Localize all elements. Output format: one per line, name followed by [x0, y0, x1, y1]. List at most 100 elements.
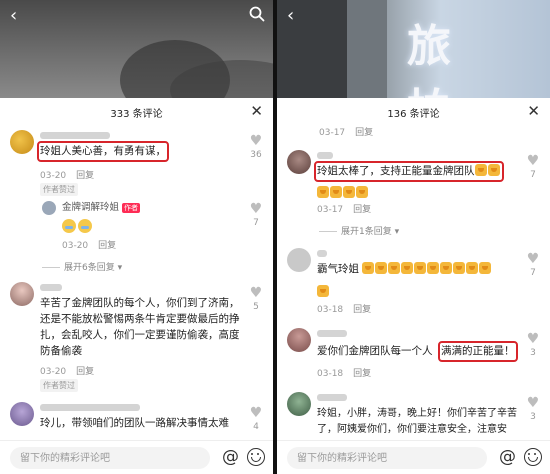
like-count: 4 [253, 422, 259, 432]
thumbs-up-emoji-icon [317, 186, 329, 198]
back-icon[interactable]: ‹ [10, 6, 17, 26]
thumbs-up-emoji-icon [466, 262, 479, 274]
username[interactable] [317, 250, 327, 257]
thumbs-up-emoji-icon [388, 262, 401, 274]
reply-button[interactable]: 回复 [353, 205, 371, 215]
mention-icon[interactable]: @ [222, 447, 239, 467]
avatar[interactable] [10, 282, 34, 306]
reply-button[interactable]: 回复 [76, 367, 94, 377]
comment-meta: 03-18 回复 [317, 302, 371, 315]
avatar[interactable] [10, 130, 34, 154]
mention-icon[interactable]: @ [499, 447, 516, 467]
expand-replies-button[interactable]: 展开1条回复 ▾ [319, 224, 399, 237]
expand-replies-button[interactable]: 展开6条回复 ▾ [42, 260, 122, 273]
emoji-row [317, 181, 369, 200]
thumbs-up-emoji-icon [479, 262, 492, 274]
sheet-header: 333 条评论 ✕ [0, 98, 273, 126]
thumbs-up-emoji-icon [487, 164, 500, 176]
comment-item: 辛苦了金牌团队的每个人，你们到了济南， 还是不能放松警惕两条牛肯定要做最后的挣 … [0, 278, 273, 392]
video-shape [347, 0, 387, 98]
comment-date: 03-18 [317, 369, 344, 379]
expand-replies-label: 展开1条回复 [341, 227, 392, 237]
reply-button[interactable]: 回复 [353, 369, 371, 379]
divider [42, 267, 60, 268]
author-name[interactable]: 金牌调解玲姐 作者 [62, 200, 141, 215]
avatar[interactable] [10, 402, 34, 426]
comment-text: 玲姐人美心善，有勇有谋， [37, 141, 169, 162]
thumbs-up-emoji-icon [440, 262, 453, 274]
heart-icon[interactable]: ♥ [249, 286, 263, 300]
emoji-row [317, 280, 330, 299]
avatar[interactable] [287, 392, 311, 416]
heart-icon[interactable]: ♥ [526, 154, 540, 168]
thumbs-up-emoji-icon [330, 186, 342, 198]
thumbs-up-emoji-icon [427, 262, 440, 274]
comment-input[interactable] [10, 447, 210, 469]
heart-icon[interactable]: ♥ [526, 252, 540, 266]
right-screenshot: 旅 拍 ‹ 136 条评论 ✕ 03-17 回复 玲姐太棒了，支持正能量金牌团队 … [277, 0, 550, 474]
username[interactable] [317, 152, 333, 159]
comment-count-title: 136 条评论 [387, 109, 440, 120]
video-background [0, 0, 273, 98]
comment-item: 爱你们金牌团队每一个人 满满的正能量！ 03-18 回复 ♥ 3 [277, 324, 550, 380]
heart-icon[interactable]: ♥ [526, 396, 540, 410]
author-tag: 作者 [122, 202, 141, 213]
comment-text: 玲姐太棒了，支持正能量金牌团队 [317, 165, 475, 177]
comment-meta: 03-20 回复 [40, 364, 94, 377]
username[interactable] [40, 284, 62, 291]
emoji-icon[interactable] [247, 448, 265, 466]
comment-text: 霸气玲姐 [317, 263, 359, 275]
heart-icon[interactable]: ♥ [249, 406, 263, 420]
comment-text: 玲儿，带领咱们的团队一路解决事情太难 [40, 417, 229, 429]
thumbs-up-emoji-icon [362, 262, 375, 274]
comment-text-box: 玲姐太棒了，支持正能量金牌团队 [314, 161, 504, 182]
thumbs-up-emoji-icon [356, 186, 368, 198]
reply-button[interactable]: 回复 [98, 241, 116, 251]
heart-icon[interactable]: ♥ [249, 134, 263, 148]
like-count: 36 [250, 150, 262, 160]
comment-item: 玲姐人美心善，有勇有谋， 03-20 回复 作者赞过 ♥ 36 [0, 126, 273, 196]
like-count: 7 [253, 218, 259, 228]
author-liked-badge: 作者赞过 [40, 379, 78, 392]
close-icon[interactable]: ✕ [250, 102, 263, 120]
comment-item: 玲姐太棒了，支持正能量金牌团队 03-17 回复 ♥ 7 [277, 146, 550, 216]
username[interactable] [40, 404, 140, 411]
avatar[interactable] [287, 150, 311, 174]
comment-meta: 03-17 回复 [319, 125, 373, 138]
username[interactable] [317, 330, 347, 337]
comment-meta: 03-18 回复 [317, 366, 371, 379]
comment-text-line: 扎，会乱咬人，你们一定要谨防偷袭，高度 [40, 329, 240, 341]
avatar[interactable] [287, 328, 311, 352]
avatar[interactable] [42, 201, 56, 215]
comment-date: 03-20 [62, 241, 89, 251]
heart-icon[interactable]: ♥ [526, 332, 540, 346]
close-icon[interactable]: ✕ [527, 102, 540, 120]
back-icon[interactable]: ‹ [287, 6, 294, 26]
thumbs-up-emoji-icon [317, 285, 329, 297]
comment-item: 霸气玲姐 03-18 回复 ♥ 7 [277, 244, 550, 316]
username[interactable] [40, 132, 110, 139]
like-count: 5 [253, 302, 259, 312]
comment-text-box: 霸气玲姐 [317, 262, 492, 277]
video-background: 旅 拍 [277, 0, 550, 98]
author-liked-badge: 作者赞过 [40, 183, 78, 196]
avatar[interactable] [287, 248, 311, 272]
divider [319, 231, 337, 232]
comment-input[interactable] [287, 447, 487, 469]
author-username: 金牌调解玲姐 [62, 202, 120, 213]
username[interactable] [317, 394, 347, 401]
reply-button[interactable]: 回复 [355, 128, 373, 138]
heart-icon[interactable]: ♥ [249, 202, 263, 216]
emoji-row [62, 218, 94, 237]
thumbs-up-emoji-icon [453, 262, 466, 274]
emoji-icon[interactable] [524, 448, 542, 466]
comment-item: 金牌调解玲姐 作者 03-20 回复 ♥ 7 [0, 198, 273, 256]
expand-replies-label: 展开6条回复 [64, 263, 115, 273]
reply-button[interactable]: 回复 [353, 305, 371, 315]
thumbs-up-emoji-icon [414, 262, 427, 274]
like-count: 3 [530, 348, 536, 358]
comment-sheet: 136 条评论 ✕ 03-17 回复 玲姐太棒了，支持正能量金牌团队 03-17 回… [277, 98, 550, 474]
search-icon[interactable] [249, 6, 265, 22]
reply-button[interactable]: 回复 [76, 171, 94, 181]
comment-meta: 03-17 回复 [317, 202, 371, 215]
